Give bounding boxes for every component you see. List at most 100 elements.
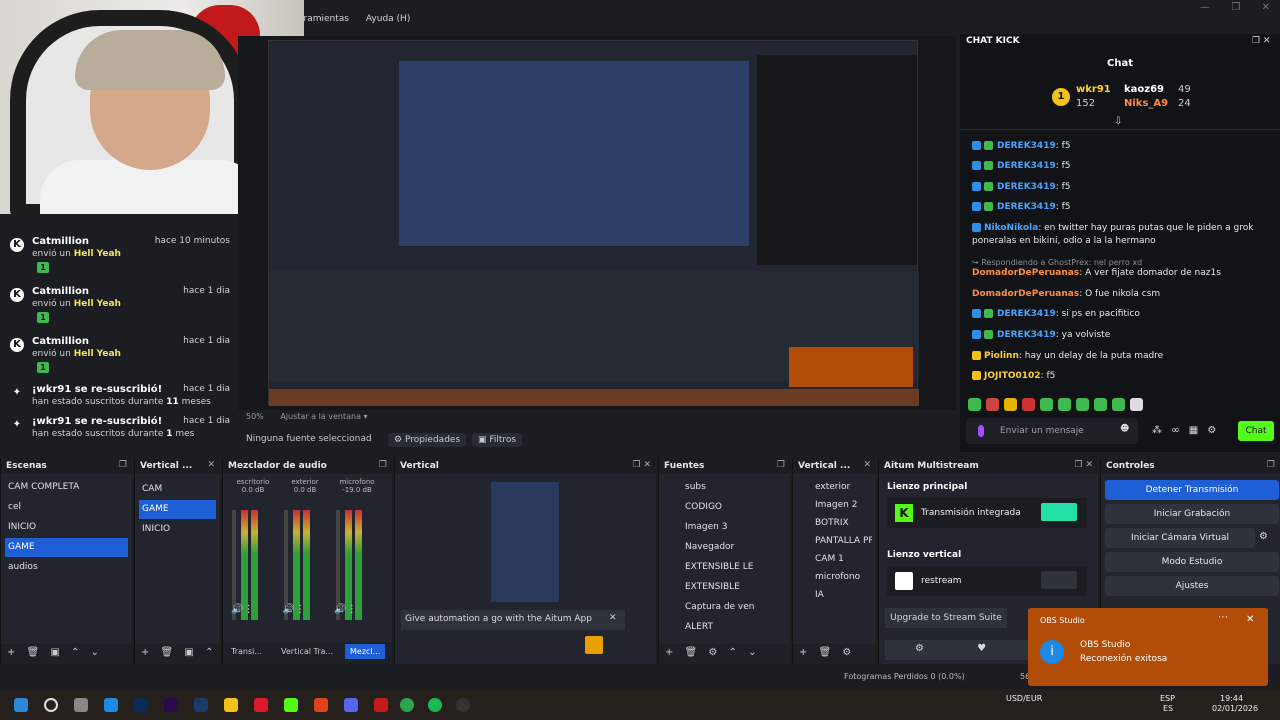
vertical-sources-toolbar[interactable]: + 🗑 ⚙ (793, 644, 876, 664)
users-icon[interactable]: ⁂ (1152, 425, 1162, 436)
chat-message-input[interactable]: Enviar un mensaje ☻ (966, 418, 1138, 444)
stop-streaming-button[interactable]: Detener Transmisión (1105, 480, 1279, 500)
search-icon[interactable] (44, 698, 58, 712)
maximize-icon[interactable]: ❐ (1231, 2, 1240, 14)
tab-transitions[interactable]: Transi... (231, 647, 262, 656)
scene-item[interactable]: CAM (139, 480, 216, 499)
emote-icon[interactable] (1112, 398, 1125, 411)
studio-mode-button[interactable]: Modo Estudio (1105, 552, 1279, 572)
source-item[interactable]: BOTRIX (797, 514, 872, 533)
tab-vertical-transitions[interactable]: Vertical Tra... (281, 647, 333, 656)
chat-send-button[interactable]: Chat (1238, 421, 1274, 441)
close-icon[interactable]: ✕ (207, 460, 215, 470)
close-icon[interactable]: ❐ ✕ (1252, 36, 1270, 46)
gear-icon[interactable]: ⚙ (1207, 425, 1216, 436)
popout-icon[interactable]: ❐ (1267, 460, 1275, 470)
link-icon[interactable]: ∞ (1171, 425, 1179, 436)
zoom-level[interactable]: 50% (246, 412, 264, 421)
scene-item-selected[interactable]: GAME (139, 500, 216, 519)
language-indicator[interactable]: ESP (1160, 694, 1175, 703)
menu-help[interactable]: Ayuda (H) (366, 14, 410, 24)
app-icon[interactable] (194, 698, 208, 712)
emote-icon[interactable] (1076, 398, 1089, 411)
scene-item[interactable]: INICIO (5, 518, 128, 537)
filters-button[interactable]: ▣ Filtros (472, 433, 523, 447)
emote-icon[interactable] (1040, 398, 1053, 411)
source-item[interactable]: CODIGO (663, 498, 786, 517)
close-icon[interactable]: ✕ (609, 613, 617, 623)
source-item[interactable]: Navegador (663, 538, 786, 557)
scene-item[interactable]: CAM COMPLETA (5, 478, 128, 497)
sources-toolbar[interactable]: + 🗑 ⚙ ⌃ ⌄ (659, 644, 790, 664)
scene-item-selected[interactable]: GAME (5, 538, 128, 557)
minimize-icon[interactable]: — (1200, 2, 1210, 14)
source-item[interactable]: IA (797, 586, 872, 605)
mute-icons[interactable]: 🔊⋮ 🔊⋮ 🔊⋮ (231, 604, 357, 615)
emoji-icon[interactable]: ☻ (1120, 424, 1129, 434)
source-item[interactable]: microfono (797, 568, 872, 587)
settings-button[interactable]: Ajustes (1105, 576, 1279, 596)
source-item[interactable]: CAM 1 (797, 550, 872, 569)
virtual-camera-button[interactable]: Iniciar Cámara Virtual (1105, 528, 1255, 548)
start-recording-button[interactable]: Iniciar Grabación (1105, 504, 1279, 524)
kick-icon[interactable] (284, 698, 298, 712)
stream-toggle[interactable] (1041, 503, 1077, 521)
obs-notification-toast[interactable]: OBS Studio ⋯ ✕ i OBS Studio Reconexión e… (1028, 608, 1268, 686)
scene-item[interactable]: audios (5, 558, 128, 577)
emote-icon[interactable] (986, 398, 999, 411)
app-icon[interactable] (254, 698, 268, 712)
edge-icon[interactable] (104, 698, 118, 712)
spotify-icon[interactable] (428, 698, 442, 712)
source-item[interactable]: Imagen 2 (797, 496, 872, 515)
more-icon[interactable]: ⋯ (1218, 612, 1228, 623)
source-item[interactable]: exterior (797, 478, 872, 497)
source-item[interactable]: PANTALLA PRIN (797, 532, 872, 551)
expand-icon[interactable]: ⇩ (1114, 116, 1122, 127)
popout-icon[interactable]: ❐ (119, 460, 127, 470)
source-item[interactable]: Captura de ven (663, 598, 786, 617)
brave-icon[interactable] (314, 698, 328, 712)
fit-window[interactable]: Ajustar a la ventana (280, 412, 361, 421)
settings-icon[interactable] (585, 636, 603, 654)
discord-icon[interactable] (344, 698, 358, 712)
folder-icon[interactable] (224, 698, 238, 712)
tab-mixer[interactable]: Mezcl... (345, 644, 386, 659)
upgrade-button[interactable]: Upgrade to Stream Suite (885, 608, 1007, 628)
chrome-icon[interactable] (400, 698, 414, 712)
close-icon[interactable]: ✕ (863, 460, 871, 470)
emote-icon[interactable] (1058, 398, 1071, 411)
scene-item[interactable]: INICIO (139, 520, 216, 539)
source-item[interactable]: ALERT (663, 618, 786, 637)
close-icon[interactable]: ❐ ✕ (633, 460, 651, 470)
obs-icon[interactable] (456, 698, 470, 712)
gear-icon[interactable]: ⚙ (1259, 531, 1268, 542)
app-icon[interactable] (374, 698, 388, 712)
scene-item[interactable]: cel (5, 498, 128, 517)
windows-start-icon[interactable] (14, 698, 28, 712)
vertical-canvas[interactable] (491, 482, 559, 602)
properties-button[interactable]: ⚙ Propiedades (388, 433, 467, 447)
scenes-toolbar[interactable]: + 🗑 ▣ ⌃ ⌄ (1, 644, 132, 664)
vertical-scenes-toolbar[interactable]: + 🗑 ▣ ⌃ (135, 644, 220, 664)
emote-icon[interactable] (1094, 398, 1107, 411)
clock-time[interactable]: 19:44 (1220, 694, 1243, 703)
store-icon[interactable]: ▦ (1189, 425, 1198, 436)
menu-tools[interactable]: rramientas (300, 14, 349, 24)
source-item[interactable]: EXTENSIBLE LE (663, 558, 786, 577)
photoshop-icon[interactable] (134, 698, 148, 712)
emote-icon[interactable] (1022, 398, 1035, 411)
emote-icon[interactable] (968, 398, 981, 411)
close-icon[interactable]: ✕ (1246, 614, 1254, 625)
task-view-icon[interactable] (74, 698, 88, 712)
emote-icon[interactable] (1130, 398, 1143, 411)
currency-widget[interactable]: USD/EUR (1006, 694, 1042, 703)
emote-icon[interactable] (1004, 398, 1017, 411)
close-icon[interactable]: ❐ ✕ (1075, 460, 1093, 470)
source-item[interactable]: subs (663, 478, 786, 497)
close-icon[interactable]: ✕ (1262, 2, 1270, 14)
popout-icon[interactable]: ❐ (379, 460, 387, 470)
source-item[interactable]: EXTENSIBLE (663, 578, 786, 597)
source-item[interactable]: Imagen 3 (663, 518, 786, 537)
popout-icon[interactable]: ❐ (777, 460, 785, 470)
stream-toggle[interactable] (1041, 571, 1077, 589)
